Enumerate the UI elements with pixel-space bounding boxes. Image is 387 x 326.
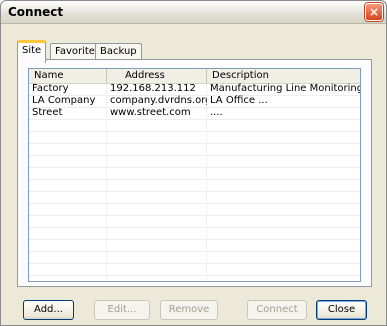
empty-list-row [29, 156, 360, 168]
add-button[interactable]: Add... [23, 300, 74, 320]
cell-description: Manufacturing Line Monitoring [210, 83, 360, 94]
window-title: Connect [8, 5, 64, 19]
empty-list-row [29, 192, 360, 204]
tab-site[interactable]: Site [17, 40, 47, 63]
cell-description: .... [210, 107, 223, 118]
empty-list-row [29, 144, 360, 156]
empty-list-row [29, 132, 360, 144]
cell-address: company.dvrdns.org [110, 95, 207, 106]
empty-list-row [29, 264, 360, 276]
empty-list-row [29, 228, 360, 240]
list-body: Factory 192.168.213.112 Manufacturing Li… [29, 83, 360, 281]
remove-button[interactable]: Remove [160, 300, 218, 320]
cell-name: Street [32, 107, 63, 118]
cell-description: LA Office ... [210, 95, 268, 106]
empty-list-row [29, 120, 360, 132]
list-header: Name Address Description [29, 69, 360, 84]
site-tab-panel: Name Address Description Factory 192.168… [17, 59, 372, 287]
list-row[interactable]: Street www.street.com .... [29, 107, 360, 120]
edit-button[interactable]: Edit... [94, 300, 150, 320]
empty-list-row [29, 180, 360, 192]
cell-name: Factory [32, 83, 69, 94]
cell-address: 192.168.213.112 [110, 83, 196, 94]
empty-list-row [29, 204, 360, 216]
empty-list-row [29, 216, 360, 228]
tab-backup[interactable]: Backup [95, 43, 142, 60]
cell-name: LA Company [32, 95, 96, 106]
close-button[interactable]: Close [316, 300, 367, 320]
title-bar[interactable]: Connect × [1, 1, 386, 24]
site-list[interactable]: Name Address Description Factory 192.168… [28, 68, 361, 282]
connect-dialog: Connect × Site Favorite Backup Name Addr… [0, 0, 387, 326]
connect-button[interactable]: Connect [247, 300, 307, 320]
empty-list-row [29, 168, 360, 180]
cell-address: www.street.com [110, 107, 191, 118]
column-header-description[interactable]: Description [207, 69, 360, 83]
empty-list-row [29, 252, 360, 264]
empty-list-row [29, 240, 360, 252]
close-icon[interactable]: × [365, 3, 383, 21]
tab-favorite[interactable]: Favorite [50, 43, 100, 60]
column-header-address[interactable]: Address [107, 69, 207, 83]
column-header-name[interactable]: Name [29, 69, 107, 83]
